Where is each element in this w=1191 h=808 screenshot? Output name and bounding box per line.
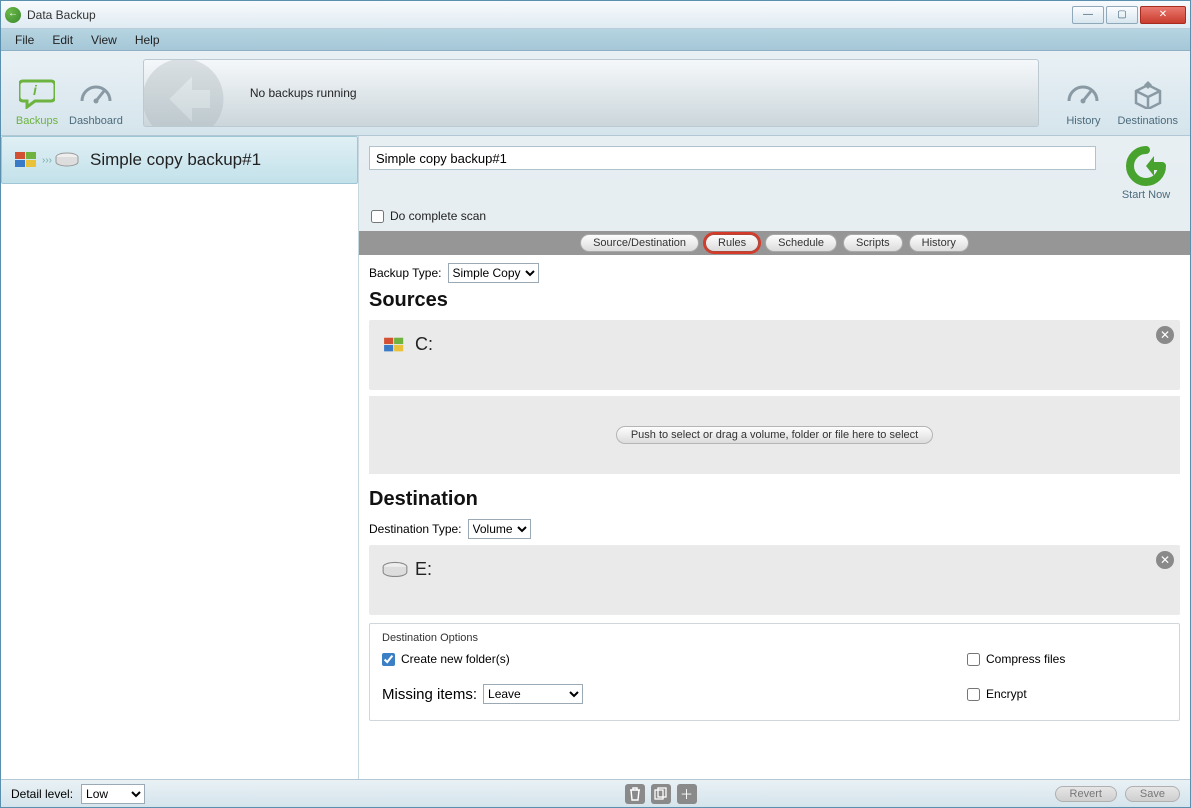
window-controls: — ▢ ✕ <box>1070 6 1186 24</box>
gauge-icon <box>1065 76 1101 112</box>
window-title: Data Backup <box>27 8 1070 22</box>
backup-type-label: Backup Type: <box>369 266 442 280</box>
detail-level-select[interactable]: Low <box>81 784 145 804</box>
box-icon <box>1130 76 1166 112</box>
sidebar: ››› Simple copy backup#1 <box>1 136 359 779</box>
toolbar-backups[interactable]: i Backups <box>13 76 61 127</box>
encrypt-label: Encrypt <box>986 687 1027 701</box>
footer: Detail level: Low ＋ Revert Save <box>1 779 1190 807</box>
toolbar-history[interactable]: History <box>1059 76 1107 127</box>
sources-heading: Sources <box>369 289 1180 312</box>
compress-checkbox[interactable] <box>967 653 980 666</box>
backup-type-row: Backup Type: Simple Copy <box>369 263 1180 283</box>
tab-rules[interactable]: Rules <box>705 234 759 252</box>
windows-flag-icon <box>381 335 409 355</box>
add-button[interactable]: ＋ <box>677 784 697 804</box>
destination-type-row: Destination Type: Volume <box>369 519 1180 539</box>
source-drive-label: C: <box>415 334 433 355</box>
banner-arrow-icon <box>143 59 228 127</box>
create-folders-label: Create new folder(s) <box>401 652 510 666</box>
tab-history[interactable]: History <box>909 234 969 252</box>
toolbar-left: i Backups Dashboard <box>7 55 129 131</box>
backup-type-select[interactable]: Simple Copy <box>448 263 539 283</box>
titlebar: Data Backup — ▢ ✕ <box>1 1 1190 29</box>
tab-source-destination[interactable]: Source/Destination <box>580 234 699 252</box>
remove-source-button[interactable]: ✕ <box>1156 326 1174 344</box>
trash-icon <box>629 787 641 801</box>
complete-scan-label: Do complete scan <box>390 209 486 223</box>
tab-bar: Source/Destination Rules Schedule Script… <box>359 231 1190 255</box>
complete-scan-row: Do complete scan <box>359 205 1190 231</box>
sidebar-item-backup[interactable]: ››› Simple copy backup#1 <box>1 136 358 184</box>
destination-box: ✕ E: <box>369 545 1180 615</box>
trash-button[interactable] <box>625 784 645 804</box>
revert-button[interactable]: Revert <box>1055 786 1117 802</box>
status-banner: No backups running <box>143 59 1040 127</box>
tab-schedule[interactable]: Schedule <box>765 234 837 252</box>
destination-type-select[interactable]: Volume <box>468 519 531 539</box>
disk-icon <box>381 560 409 580</box>
panel-body: Backup Type: Simple Copy Sources ✕ C: Pu… <box>359 255 1190 779</box>
arrow-icon: ››› <box>42 155 52 166</box>
start-now-icon <box>1112 146 1180 189</box>
name-row: Start Now <box>359 136 1190 205</box>
svg-text:i: i <box>33 82 38 98</box>
remove-destination-button[interactable]: ✕ <box>1156 551 1174 569</box>
destination-options-title: Destination Options <box>382 632 1167 644</box>
destination-drive-row[interactable]: E: <box>381 559 1168 580</box>
save-button[interactable]: Save <box>1125 786 1180 802</box>
missing-items-select[interactable]: Leave <box>483 684 583 704</box>
content: Start Now Do complete scan Source/Destin… <box>359 136 1190 779</box>
menu-help[interactable]: Help <box>127 31 168 49</box>
main: ››› Simple copy backup#1 Start Now Do <box>1 136 1190 779</box>
encrypt-checkbox[interactable] <box>967 688 980 701</box>
menu-view[interactable]: View <box>83 31 125 49</box>
disk-icon <box>54 151 80 169</box>
copy-button[interactable] <box>651 784 671 804</box>
destination-type-label: Destination Type: <box>369 522 462 536</box>
backup-name-input[interactable] <box>369 146 1096 170</box>
start-now-label: Start Now <box>1112 189 1180 201</box>
compress-label: Compress files <box>986 652 1065 666</box>
windows-flag-icon <box>14 149 40 171</box>
app-window: Data Backup — ▢ ✕ File Edit View Help i … <box>0 0 1191 808</box>
source-box: ✕ C: <box>369 320 1180 390</box>
status-message: No backups running <box>250 86 357 100</box>
gauge-icon <box>78 76 114 112</box>
missing-items-label: Missing items: <box>382 686 477 703</box>
toolbar-history-label: History <box>1066 115 1100 127</box>
sidebar-item-label: Simple copy backup#1 <box>90 150 261 170</box>
toolbar-destinations[interactable]: Destinations <box>1117 76 1178 127</box>
menu-file[interactable]: File <box>7 31 42 49</box>
destination-drive-label: E: <box>415 559 432 580</box>
toolbar-right: History Destinations <box>1053 55 1184 131</box>
maximize-button[interactable]: ▢ <box>1106 6 1138 24</box>
destination-heading: Destination <box>369 488 1180 511</box>
menu-edit[interactable]: Edit <box>44 31 81 49</box>
create-folders-checkbox[interactable] <box>382 653 395 666</box>
tab-scripts[interactable]: Scripts <box>843 234 903 252</box>
toolbar-destinations-label: Destinations <box>1117 115 1178 127</box>
menubar: File Edit View Help <box>1 29 1190 51</box>
app-icon <box>5 7 21 23</box>
detail-level-label: Detail level: <box>11 787 73 801</box>
toolbar: i Backups Dashboard No backups running H… <box>1 51 1190 136</box>
speech-bubble-icon: i <box>19 76 55 112</box>
source-drop-hint: Push to select or drag a volume, folder … <box>616 426 933 444</box>
start-now-button[interactable]: Start Now <box>1112 146 1180 201</box>
source-drive-row[interactable]: C: <box>381 334 1168 355</box>
copy-icon <box>654 787 667 800</box>
backup-item-icons: ››› <box>14 149 80 171</box>
toolbar-backups-label: Backups <box>16 115 58 127</box>
destination-options: Destination Options Create new folder(s)… <box>369 623 1180 721</box>
toolbar-dashboard-label: Dashboard <box>69 115 123 127</box>
complete-scan-checkbox[interactable] <box>371 210 384 223</box>
toolbar-dashboard[interactable]: Dashboard <box>69 76 123 127</box>
close-button[interactable]: ✕ <box>1140 6 1186 24</box>
source-drop-area[interactable]: Push to select or drag a volume, folder … <box>369 396 1180 474</box>
minimize-button[interactable]: — <box>1072 6 1104 24</box>
